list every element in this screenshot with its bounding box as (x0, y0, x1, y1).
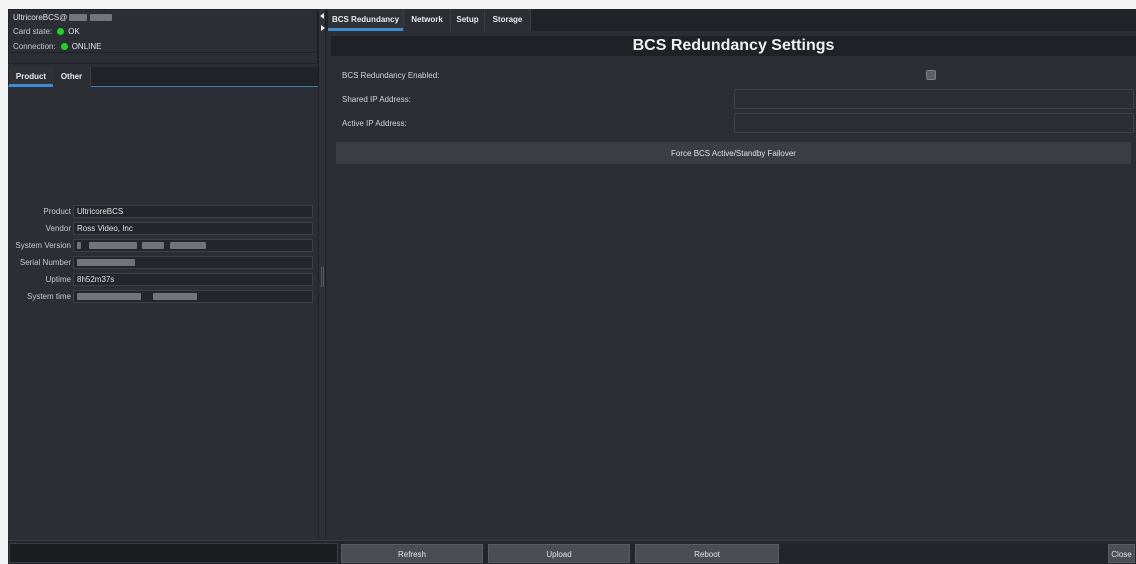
tab-product[interactable]: Product (9, 67, 53, 87)
redacted-host (90, 14, 113, 21)
status-field (9, 543, 338, 563)
tab-setup[interactable]: Setup (451, 9, 485, 31)
shared-ip-label: Shared IP Address: (342, 95, 411, 104)
arrow-right-icon[interactable] (321, 25, 325, 31)
vendor-value[interactable]: Ross Video, Inc (73, 222, 313, 235)
tab-storage[interactable]: Storage (485, 9, 531, 31)
status-ok-dot-icon (57, 28, 65, 35)
panel-splitter[interactable] (318, 9, 326, 538)
product-value[interactable]: UltricoreBCS (73, 205, 313, 218)
card-state-label: Card state: (13, 27, 53, 36)
arrow-left-icon[interactable] (320, 13, 324, 19)
system-time-row: System time (8, 290, 313, 303)
system-time-value[interactable] (73, 290, 313, 303)
connection-state: Connection: ONLINE (13, 40, 102, 54)
tab-network-label: Network (411, 15, 443, 24)
tab-other-label: Other (60, 72, 83, 81)
device-host: UltricoreBCS@ (13, 11, 113, 25)
left-tab-bar: Product Other (8, 67, 318, 87)
product-info-panel: Product UltricoreBCS Vendor Ross Video, … (8, 88, 318, 538)
redundancy-enabled-label: BCS Redundancy Enabled: (342, 71, 440, 80)
upload-button[interactable]: Upload (488, 544, 630, 563)
card-state-value: OK (68, 27, 80, 36)
device-info-box: UltricoreBCS@ Card state: OK Connection: O… (8, 9, 319, 64)
redacted-value (153, 293, 198, 300)
redacted-value (77, 242, 81, 249)
serial-number-value[interactable] (73, 256, 313, 269)
redundancy-enabled-checkbox[interactable] (926, 70, 936, 80)
card-state: Card state: OK (13, 25, 80, 39)
reboot-button[interactable]: Reboot (635, 544, 779, 563)
vendor-label: Vendor (45, 224, 71, 233)
redacted-host (69, 14, 88, 21)
redacted-value (89, 242, 138, 249)
serial-number-label: Serial Number (19, 258, 71, 267)
page-title: BCS Redundancy Settings (331, 36, 1136, 56)
left-panel: UltricoreBCS@ Card state: OK Connection: O… (8, 9, 319, 538)
system-time-label: System time (26, 292, 71, 301)
uptime-label: Uptime (45, 275, 71, 284)
bottom-bar: Refresh Upload Reboot Close (8, 540, 1136, 564)
refresh-button[interactable]: Refresh (341, 544, 483, 563)
tab-product-label: Product (15, 72, 47, 81)
redacted-value (77, 259, 135, 266)
system-version-value[interactable] (73, 239, 313, 252)
tab-bcs-redundancy[interactable]: BCS Redundancy (328, 9, 403, 31)
tab-storage-label: Storage (492, 15, 523, 24)
product-row: Product UltricoreBCS (8, 205, 313, 218)
shared-ip-input[interactable] (734, 89, 1134, 109)
active-ip-label: Active IP Address: (342, 119, 407, 128)
product-label: Product (43, 207, 71, 216)
system-version-row: System Version (8, 239, 313, 252)
device-host-prefix: UltricoreBCS@ (13, 13, 68, 22)
redacted-value (77, 293, 141, 300)
serial-number-row: Serial Number (8, 256, 313, 269)
right-tab-bar: BCS Redundancy Network Setup Storage (326, 9, 1136, 31)
active-ip-input[interactable] (734, 113, 1134, 133)
tab-bcs-redundancy-label: BCS Redundancy (331, 15, 400, 24)
connection-value: ONLINE (71, 42, 102, 51)
redacted-value (142, 242, 165, 249)
system-version-label: System Version (15, 241, 71, 250)
redacted-value (169, 242, 206, 249)
uptime-row: Uptime 8h52m37s (8, 273, 313, 286)
tab-network[interactable]: Network (403, 9, 451, 31)
close-button[interactable]: Close (1108, 544, 1135, 563)
vendor-row: Vendor Ross Video, Inc (8, 222, 313, 235)
tab-setup-label: Setup (456, 15, 479, 24)
force-failover-button[interactable]: Force BCS Active/Standby Failover (335, 141, 1132, 165)
app-window: UltricoreBCS@ Card state: OK Connection: O… (8, 9, 1136, 564)
grip-icon[interactable] (321, 267, 324, 287)
tab-other[interactable]: Other (53, 67, 91, 87)
connection-label: Connection: (13, 42, 56, 51)
right-panel: BCS Redundancy Network Setup Storage BCS… (326, 9, 1136, 538)
status-online-dot-icon (60, 43, 68, 50)
uptime-value[interactable]: 8h52m37s (73, 273, 313, 286)
